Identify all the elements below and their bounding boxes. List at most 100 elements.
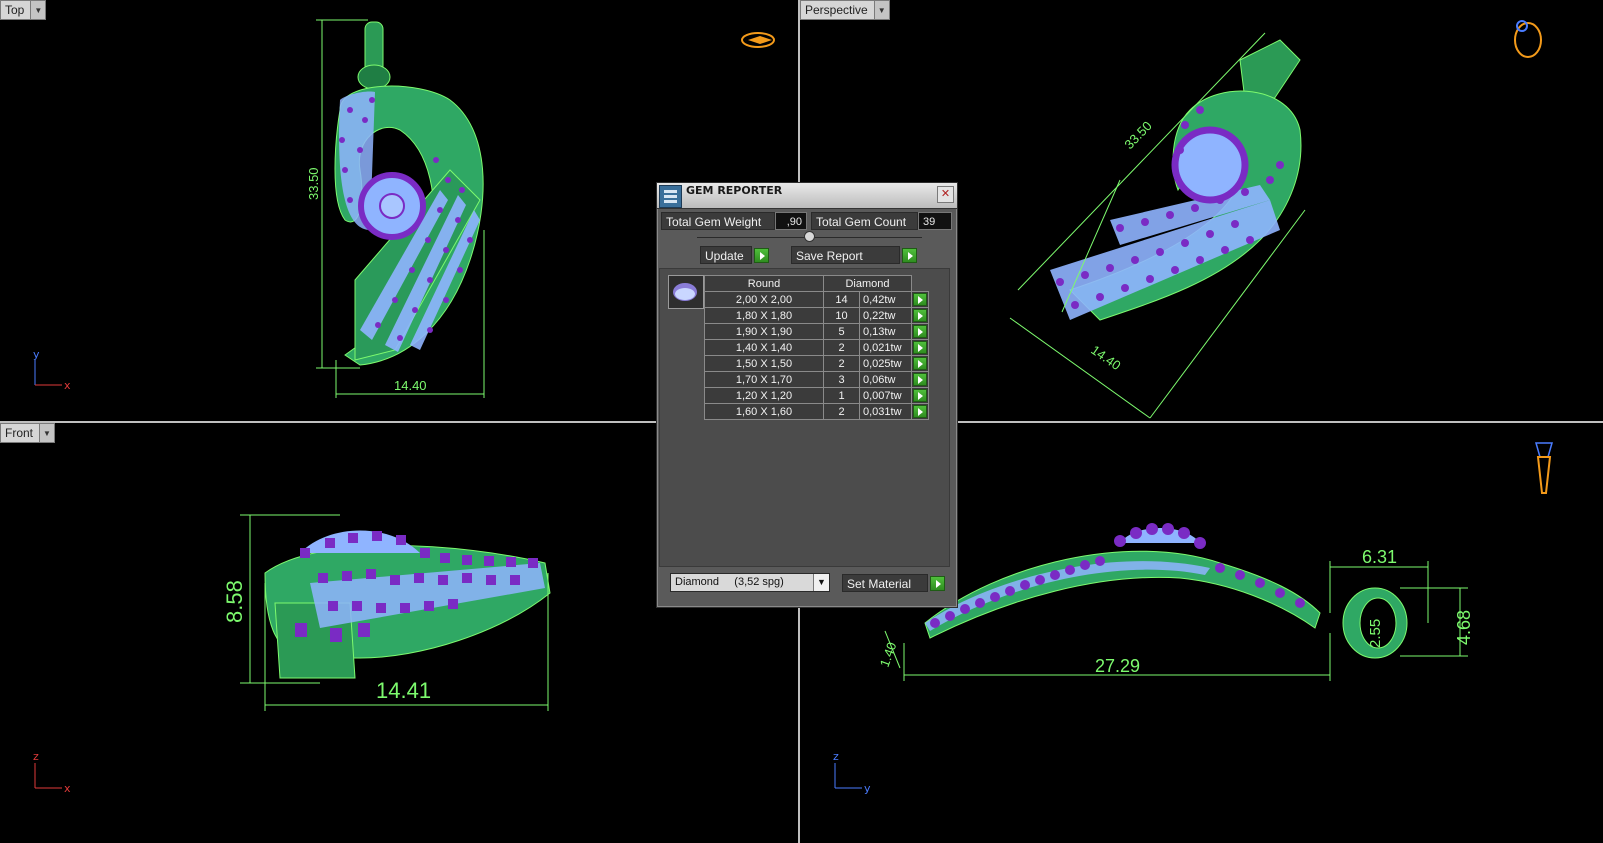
set-material-label: Set Material <box>842 574 928 592</box>
viewport-label-perspective[interactable]: Perspective ▼ <box>800 0 890 20</box>
front-axis-z: z <box>33 750 39 763</box>
play-arrow-icon[interactable] <box>930 575 945 591</box>
gem-count: 10 <box>823 307 860 324</box>
gem-count: 2 <box>823 355 860 372</box>
viewport-label-top-text: Top <box>5 3 25 17</box>
play-arrow-icon[interactable] <box>913 389 927 402</box>
gem-reporter-titlebar[interactable]: GEM REPORTER ✕ <box>657 183 957 209</box>
right-dim-length: 27.29 <box>1095 656 1140 676</box>
gem-weight: 0,031tw <box>859 403 912 420</box>
viewport-label-front[interactable]: Front ▼ <box>0 423 56 443</box>
gem-size: 2,00 X 2,00 <box>704 291 824 308</box>
play-arrow-icon[interactable] <box>913 357 927 370</box>
gem-weight: 0,13tw <box>859 323 912 340</box>
gem-weight: 0,007tw <box>859 387 912 404</box>
gem-size: 1,60 X 1,60 <box>704 403 824 420</box>
top-dim-height: 33.50 <box>306 167 321 200</box>
gem-size: 1,70 X 1,70 <box>704 371 824 388</box>
viewport-label-top[interactable]: Top ▼ <box>0 0 47 20</box>
gem-size: 1,20 X 1,20 <box>704 387 824 404</box>
material-select-value: Diamond (3,52 spg) <box>675 576 784 588</box>
gem-table-header: Round Diamond <box>704 275 929 292</box>
right-dim-bail-inner: 2.55 <box>1367 619 1384 648</box>
row-action[interactable] <box>911 355 929 372</box>
gem-size: 1,40 X 1,40 <box>704 339 824 356</box>
gem-weight: 0,025tw <box>859 355 912 372</box>
table-row[interactable]: 1,50 X 1,50 2 0,025tw <box>704 355 929 372</box>
chevron-down-icon[interactable]: ▼ <box>30 1 46 19</box>
material-select[interactable]: Diamond (3,52 spg) ▼ <box>670 573 830 592</box>
right-axis-y: y <box>864 782 871 795</box>
row-action[interactable] <box>911 387 929 404</box>
gem-count: 2 <box>823 403 860 420</box>
right-axis-z: z <box>833 750 839 763</box>
gem-count: 1 <box>823 387 860 404</box>
front-dim-height: 8.58 <box>222 580 247 623</box>
total-count-label: Total Gem Count <box>811 212 918 230</box>
top-axis-x: x <box>64 379 71 392</box>
table-row[interactable]: 1,60 X 1,60 2 0,031tw <box>704 403 929 420</box>
total-count-row: Total Gem Count 39 <box>811 212 952 230</box>
table-row[interactable]: 1,70 X 1,70 3 0,06tw <box>704 371 929 388</box>
save-report-button[interactable]: Save Report <box>791 246 917 264</box>
row-action[interactable] <box>911 323 929 340</box>
material-row: Diamond (3,52 spg) ▼ Set Material <box>657 573 957 595</box>
play-arrow-icon[interactable] <box>913 293 927 306</box>
row-action[interactable] <box>911 291 929 308</box>
table-row[interactable]: 2,00 X 2,00 14 0,42tw <box>704 291 929 308</box>
right-dim-tip: 1.40 <box>877 640 900 669</box>
gem-size: 1,50 X 1,50 <box>704 355 824 372</box>
gem-weight: 0,021tw <box>859 339 912 356</box>
chevron-down-icon[interactable]: ▼ <box>39 424 55 442</box>
top-dim-width: 14.40 <box>394 378 427 393</box>
header-material: Diamond <box>823 275 912 292</box>
total-count-value: 39 <box>918 212 952 230</box>
chevron-down-icon[interactable]: ▼ <box>813 574 829 591</box>
row-action[interactable] <box>911 307 929 324</box>
top-axis-y: y <box>33 348 40 361</box>
viewport-label-front-text: Front <box>5 426 34 440</box>
chevron-down-icon[interactable]: ▼ <box>873 1 889 19</box>
table-row[interactable]: 1,40 X 1,40 2 0,021tw <box>704 339 929 356</box>
gem-list-area[interactable]: Round Diamond 2,00 X 2,00 14 0,42tw 1,80 X … <box>659 268 950 567</box>
round-gem-icon[interactable] <box>668 275 704 309</box>
play-arrow-icon[interactable] <box>754 247 769 263</box>
right-dim-bail-width: 6.31 <box>1362 547 1397 567</box>
play-arrow-icon[interactable] <box>902 247 917 263</box>
row-action[interactable] <box>911 403 929 420</box>
gem-reporter-icon <box>659 185 682 208</box>
persp-dim-width: 14.40 <box>1088 342 1123 373</box>
play-arrow-icon[interactable] <box>913 373 927 386</box>
gem-count: 14 <box>823 291 860 308</box>
play-arrow-icon[interactable] <box>913 405 927 418</box>
total-weight-value: ,90 <box>775 212 807 230</box>
gem-table: Round Diamond 2,00 X 2,00 14 0,42tw 1,80 X … <box>704 275 929 420</box>
table-row[interactable]: 1,90 X 1,90 5 0,13tw <box>704 323 929 340</box>
gem-weight: 0,22tw <box>859 307 912 324</box>
row-action[interactable] <box>911 339 929 356</box>
right-dim-bail-height: 4.68 <box>1454 610 1474 645</box>
update-button-label: Update <box>700 246 752 264</box>
viewport-label-perspective-text: Perspective <box>805 3 868 17</box>
update-button[interactable]: Update <box>700 246 769 264</box>
play-arrow-icon[interactable] <box>913 341 927 354</box>
gem-count: 3 <box>823 371 860 388</box>
front-dim-width: 14.41 <box>376 678 431 703</box>
set-material-button[interactable]: Set Material <box>842 574 945 592</box>
table-row[interactable]: 1,20 X 1,20 1 0,007tw <box>704 387 929 404</box>
close-icon[interactable]: ✕ <box>937 186 954 203</box>
splitter-knob[interactable] <box>804 231 815 242</box>
save-report-label: Save Report <box>791 246 900 264</box>
gem-weight: 0,06tw <box>859 371 912 388</box>
play-arrow-icon[interactable] <box>913 325 927 338</box>
table-row[interactable]: 1,80 X 1,80 10 0,22tw <box>704 307 929 324</box>
play-arrow-icon[interactable] <box>913 309 927 322</box>
gem-count: 2 <box>823 339 860 356</box>
gem-weight: 0,42tw <box>859 291 912 308</box>
header-spacer <box>912 276 929 292</box>
gem-size: 1,90 X 1,90 <box>704 323 824 340</box>
front-axis-x: x <box>64 782 71 795</box>
gem-size: 1,80 X 1,80 <box>704 307 824 324</box>
gem-reporter-panel: GEM REPORTER ✕ Total Gem Weight ,90 Tota… <box>656 182 958 608</box>
row-action[interactable] <box>911 371 929 388</box>
